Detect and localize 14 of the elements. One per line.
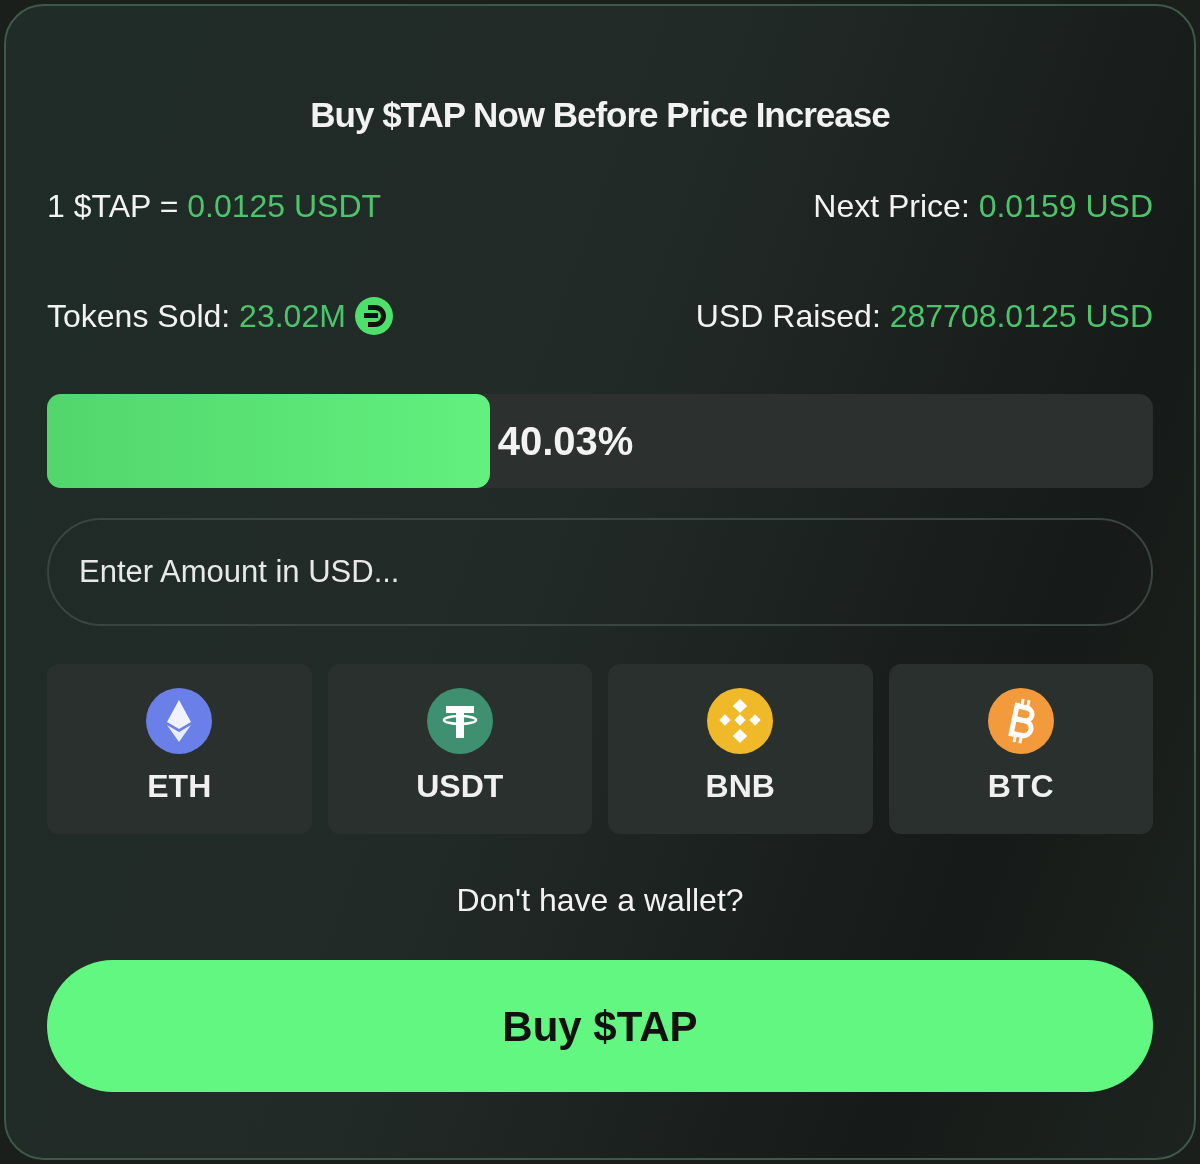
next-price-text: Next Price: 0.0159 USD <box>813 187 1153 226</box>
title: Buy $TAP Now Before Price Increase <box>309 94 891 136</box>
currency-button[interactable]: BTC <box>888 664 1153 834</box>
tokens-sold-text: Tokens Sold: 23.02M <box>47 297 346 336</box>
progress-reading: 40.03% <box>497 418 634 465</box>
buy-button[interactable]: Buy $TAP <box>47 960 1153 1092</box>
amount-input-field[interactable]: Enter Amount in USD... <box>47 518 1153 626</box>
usd-raised-text: USD Raised: 287708.0125 USD <box>695 297 1153 336</box>
currency-button[interactable]: ETH <box>47 664 312 834</box>
price-text: 1 $TAP = 0.0125 USDT <box>47 187 382 226</box>
currency-button[interactable]: USDT <box>327 664 592 834</box>
token-icon <box>353 296 394 336</box>
wallet-link[interactable]: Don't have a wallet? <box>456 882 744 918</box>
currency-button[interactable]: BNB <box>608 664 873 834</box>
